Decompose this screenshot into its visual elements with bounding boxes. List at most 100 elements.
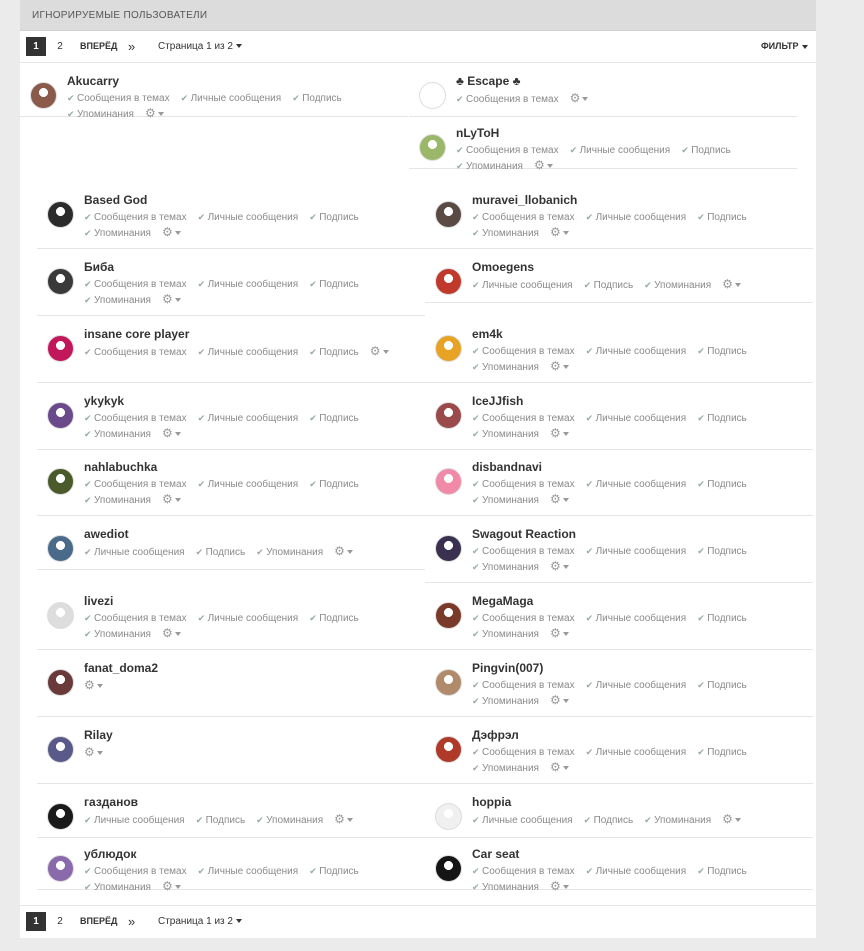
page-1-button[interactable]: 1 [26,912,46,931]
gear-menu-button[interactable]: ⚙ [570,91,589,105]
user-name-link[interactable]: nahlabuchka [84,460,157,474]
ignore-option-topics[interactable]: ✔ Сообщения в темах [472,344,575,359]
ignore-option-pm[interactable]: ✔ Личные сообщения [198,477,299,492]
ignore-option-mentions[interactable]: ✔ Упоминания [472,360,539,375]
last-page-icon[interactable]: » [128,37,135,56]
gear-menu-button[interactable]: ⚙ [84,678,103,692]
avatar[interactable] [47,602,74,629]
ignore-option-topics[interactable]: ✔ Сообщения в темах [456,92,559,107]
ignore-option-mentions[interactable]: ✔ Упоминания [472,761,539,776]
ignore-option-sig[interactable]: ✔ Подпись [697,344,747,359]
avatar[interactable] [435,736,462,763]
ignore-option-pm[interactable]: ✔ Личные сообщения [586,678,687,693]
filter-dropdown[interactable]: ФИЛЬТР [761,37,808,56]
ignore-option-pm[interactable]: ✔ Личные сообщения [570,143,671,158]
ignore-option-sig[interactable]: ✔ Подпись [697,411,747,426]
user-name-link[interactable]: disbandnavi [472,460,542,474]
ignore-option-pm[interactable]: ✔ Личные сообщения [586,864,687,879]
gear-menu-button[interactable]: ⚙ [550,492,569,506]
avatar[interactable] [47,736,74,763]
user-name-link[interactable]: Rilay [84,728,113,742]
ignore-option-mentions[interactable]: ✔ Упоминания [472,694,539,709]
avatar[interactable] [47,201,74,228]
ignore-option-sig[interactable]: ✔ Подпись [584,278,634,293]
next-page-button[interactable]: ВПЕРЁД [80,912,117,931]
ignore-option-sig[interactable]: ✔ Подпись [681,143,731,158]
ignore-option-mentions[interactable]: ✔ Упоминания [644,278,711,293]
ignore-option-mentions[interactable]: ✔ Упоминания [84,293,151,308]
user-name-link[interactable]: fanat_doma2 [84,661,158,675]
ignore-option-pm[interactable]: ✔ Личные сообщения [586,745,687,760]
gear-menu-button[interactable]: ⚙ [550,559,569,573]
ignore-option-sig[interactable]: ✔ Подпись [309,210,359,225]
user-name-link[interactable]: Akucarry [67,74,119,88]
ignore-option-sig[interactable]: ✔ Подпись [309,611,359,626]
ignore-option-mentions[interactable]: ✔ Упоминания [84,880,151,895]
last-page-icon[interactable]: » [128,912,135,931]
gear-menu-button[interactable]: ⚙ [334,544,353,558]
gear-menu-button[interactable]: ⚙ [162,426,181,440]
ignore-option-sig[interactable]: ✔ Подпись [309,277,359,292]
page-jump-dropdown[interactable]: Страница 1 из 2 [158,37,242,56]
user-name-link[interactable]: insane core player [84,327,189,341]
avatar[interactable] [47,468,74,495]
page-1-button[interactable]: 1 [26,37,46,56]
ignore-option-pm[interactable]: ✔ Личные сообщения [586,611,687,626]
avatar[interactable] [47,335,74,362]
gear-menu-button[interactable]: ⚙ [550,760,569,774]
ignore-option-topics[interactable]: ✔ Сообщения в темах [472,477,575,492]
user-name-link[interactable]: Omoegens [472,260,534,274]
gear-menu-button[interactable]: ⚙ [162,225,181,239]
avatar[interactable] [435,335,462,362]
ignore-option-pm[interactable]: ✔ Личные сообщения [586,344,687,359]
next-page-button[interactable]: ВПЕРЁД [80,37,117,56]
ignore-option-topics[interactable]: ✔ Сообщения в темах [84,277,187,292]
avatar[interactable] [47,268,74,295]
ignore-option-topics[interactable]: ✔ Сообщения в темах [84,411,187,426]
ignore-option-pm[interactable]: ✔ Личные сообщения [198,611,299,626]
ignore-option-pm[interactable]: ✔ Личные сообщения [586,210,687,225]
avatar[interactable] [419,82,446,109]
ignore-option-pm[interactable]: ✔ Личные сообщения [84,813,185,828]
user-name-link[interactable]: ублюдок [84,847,136,861]
ignore-option-mentions[interactable]: ✔ Упоминания [644,813,711,828]
avatar[interactable] [30,82,57,109]
user-name-link[interactable]: nLyToH [456,126,499,140]
avatar[interactable] [435,468,462,495]
ignore-option-sig[interactable]: ✔ Подпись [697,210,747,225]
ignore-option-pm[interactable]: ✔ Личные сообщения [198,277,299,292]
ignore-option-mentions[interactable]: ✔ Упоминания [456,159,523,174]
user-name-link[interactable]: газданов [84,795,138,809]
ignore-option-pm[interactable]: ✔ Личные сообщения [586,477,687,492]
ignore-option-topics[interactable]: ✔ Сообщения в темах [472,745,575,760]
ignore-option-topics[interactable]: ✔ Сообщения в темах [84,477,187,492]
gear-menu-button[interactable]: ⚙ [145,106,164,120]
ignore-option-mentions[interactable]: ✔ Упоминания [84,427,151,442]
page-2-button[interactable]: 2 [50,37,70,56]
user-name-link[interactable]: Based God [84,193,147,207]
gear-menu-button[interactable]: ⚙ [370,344,389,358]
gear-menu-button[interactable]: ⚙ [550,225,569,239]
ignore-option-sig[interactable]: ✔ Подпись [309,411,359,426]
gear-menu-button[interactable]: ⚙ [550,359,569,373]
user-name-link[interactable]: MegaMaga [472,594,533,608]
avatar[interactable] [435,669,462,696]
user-name-link[interactable]: Дэфрэл [472,728,519,742]
ignore-option-sig[interactable]: ✔ Подпись [292,91,342,106]
avatar[interactable] [435,803,462,830]
gear-menu-button[interactable]: ⚙ [162,492,181,506]
ignore-option-topics[interactable]: ✔ Сообщения в темах [67,91,170,106]
avatar[interactable] [435,268,462,295]
ignore-option-pm[interactable]: ✔ Личные сообщения [198,411,299,426]
ignore-option-pm[interactable]: ✔ Личные сообщения [198,210,299,225]
gear-menu-button[interactable]: ⚙ [84,745,103,759]
ignore-option-topics[interactable]: ✔ Сообщения в темах [456,143,559,158]
page-jump-dropdown[interactable]: Страница 1 из 2 [158,912,242,931]
avatar[interactable] [47,402,74,429]
ignore-option-mentions[interactable]: ✔ Упоминания [472,493,539,508]
ignore-option-sig[interactable]: ✔ Подпись [309,864,359,879]
ignore-option-mentions[interactable]: ✔ Упоминания [472,560,539,575]
ignore-option-topics[interactable]: ✔ Сообщения в темах [472,678,575,693]
ignore-option-sig[interactable]: ✔ Подпись [697,611,747,626]
avatar[interactable] [47,855,74,882]
